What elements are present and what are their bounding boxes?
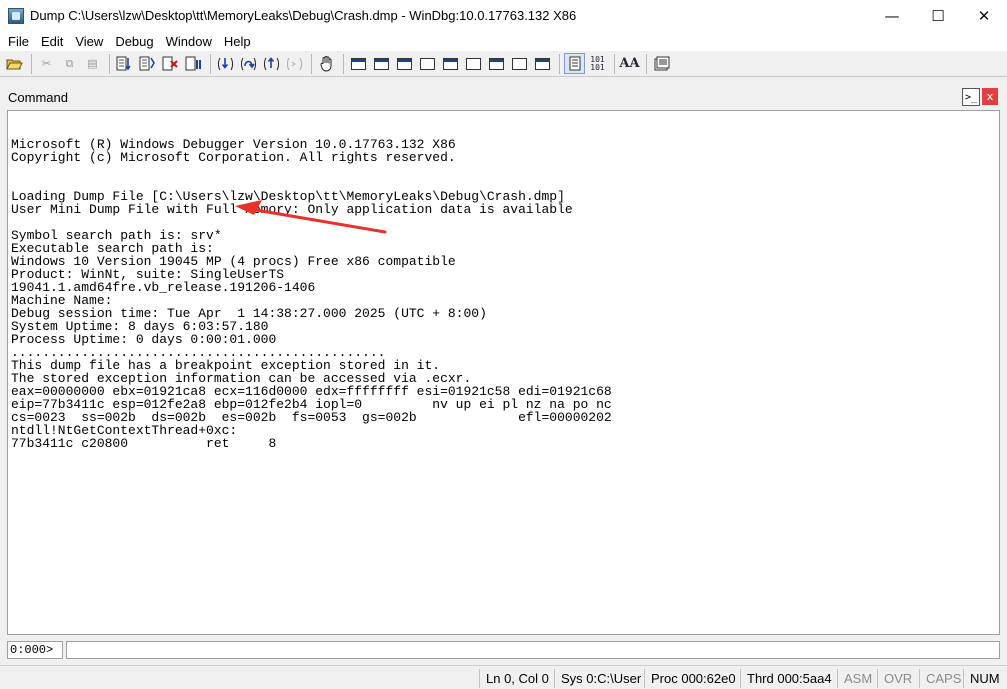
command-prompt: 0:000> (7, 641, 63, 659)
cut-icon[interactable]: ✂ (36, 53, 57, 74)
toolbar-separator (31, 53, 32, 74)
copy-icon[interactable]: ⧉ (59, 53, 80, 74)
close-button[interactable]: ✕ (961, 0, 1007, 31)
hand-icon[interactable] (316, 53, 337, 74)
window-title: Dump C:\Users\lzw\Desktop\tt\MemoryLeaks… (30, 8, 577, 23)
status-proc: Proc 000:62e0 (644, 669, 740, 688)
output-line: Copyright (c) Microsoft Corporation. All… (11, 150, 456, 165)
command-input[interactable] (66, 641, 1000, 659)
menu-help[interactable]: Help (218, 34, 257, 49)
status-thrd: Thrd 000:5aa4 (740, 669, 837, 688)
status-line-col: Ln 0, Col 0 (479, 669, 553, 688)
menu-file[interactable]: File (2, 34, 35, 49)
toolbar-separator (109, 53, 110, 74)
toolbar-separator (210, 53, 211, 74)
command-output[interactable]: Microsoft (R) Windows Debugger Version 1… (7, 110, 1000, 635)
run-to-cursor-icon[interactable] (284, 53, 305, 74)
command-pane: Command >_ x Microsoft (R) Windows Debug… (0, 77, 1007, 663)
locals-window-icon[interactable] (394, 53, 415, 74)
toolbar-separator (311, 53, 312, 74)
output-line: 77b3411c c20800 ret 8 (11, 436, 277, 451)
font-icon[interactable]: AA (619, 53, 640, 74)
open-icon[interactable] (4, 53, 25, 74)
window-controls: — ☐ ✕ (869, 0, 1007, 31)
menu-edit[interactable]: Edit (35, 34, 69, 49)
toolbar-separator (646, 53, 647, 74)
menu-window[interactable]: Window (160, 34, 218, 49)
step-out-icon[interactable] (261, 53, 282, 74)
restart-icon[interactable] (137, 53, 158, 74)
menu-bar: File Edit View Debug Window Help (0, 31, 1007, 51)
toolbar-separator (559, 53, 560, 74)
command-input-row: 0:000> (7, 641, 1000, 659)
pane-close-icon[interactable]: x (982, 88, 998, 105)
status-caps: CAPS (919, 669, 963, 688)
processes-threads-icon[interactable] (532, 53, 553, 74)
go-icon[interactable] (114, 53, 135, 74)
command-window-icon[interactable] (348, 53, 369, 74)
source-mode-icon[interactable] (564, 53, 585, 74)
toolbar-separator (343, 53, 344, 74)
minimize-button[interactable]: — (869, 0, 915, 31)
registers-window-icon[interactable] (417, 53, 438, 74)
call-stack-icon[interactable] (463, 53, 484, 74)
windbg-app-icon (8, 7, 24, 24)
command-pane-header: Command >_ x (0, 86, 1007, 108)
status-asm: ASM (837, 669, 877, 688)
toolbar: ✂ ⧉ ▤ 101 101 AA (0, 51, 1007, 77)
disassembly-window-icon[interactable] (486, 53, 507, 74)
step-over-icon[interactable] (238, 53, 259, 74)
watch-window-icon[interactable] (371, 53, 392, 74)
status-num: NUM (963, 669, 1007, 688)
output-line: User Mini Dump File with Full Memory: On… (11, 202, 573, 217)
menu-view[interactable]: View (69, 34, 109, 49)
stop-debugging-icon[interactable] (160, 53, 181, 74)
status-ovr: OVR (877, 669, 919, 688)
console-icon[interactable]: >_ (962, 88, 980, 106)
step-into-icon[interactable] (215, 53, 236, 74)
memory-window-icon[interactable] (440, 53, 461, 74)
command-output-text: Microsoft (R) Windows Debugger Version 1… (11, 125, 612, 450)
paste-icon[interactable]: ▤ (82, 53, 103, 74)
status-sys: Sys 0:C:\User (554, 669, 644, 688)
title-bar: Dump C:\Users\lzw\Desktop\tt\MemoryLeaks… (0, 0, 1007, 31)
command-pane-title: Command (8, 89, 68, 105)
toolbar-separator (614, 53, 615, 74)
hex-mode-icon[interactable]: 101 101 (587, 53, 608, 74)
scratch-pad-icon[interactable] (509, 53, 530, 74)
status-bar: Ln 0, Col 0 Sys 0:C:\User Proc 000:62e0 … (0, 665, 1007, 689)
break-icon[interactable] (183, 53, 204, 74)
maximize-button[interactable]: ☐ (915, 0, 961, 31)
menu-debug[interactable]: Debug (109, 34, 159, 49)
options-icon[interactable] (651, 53, 672, 74)
